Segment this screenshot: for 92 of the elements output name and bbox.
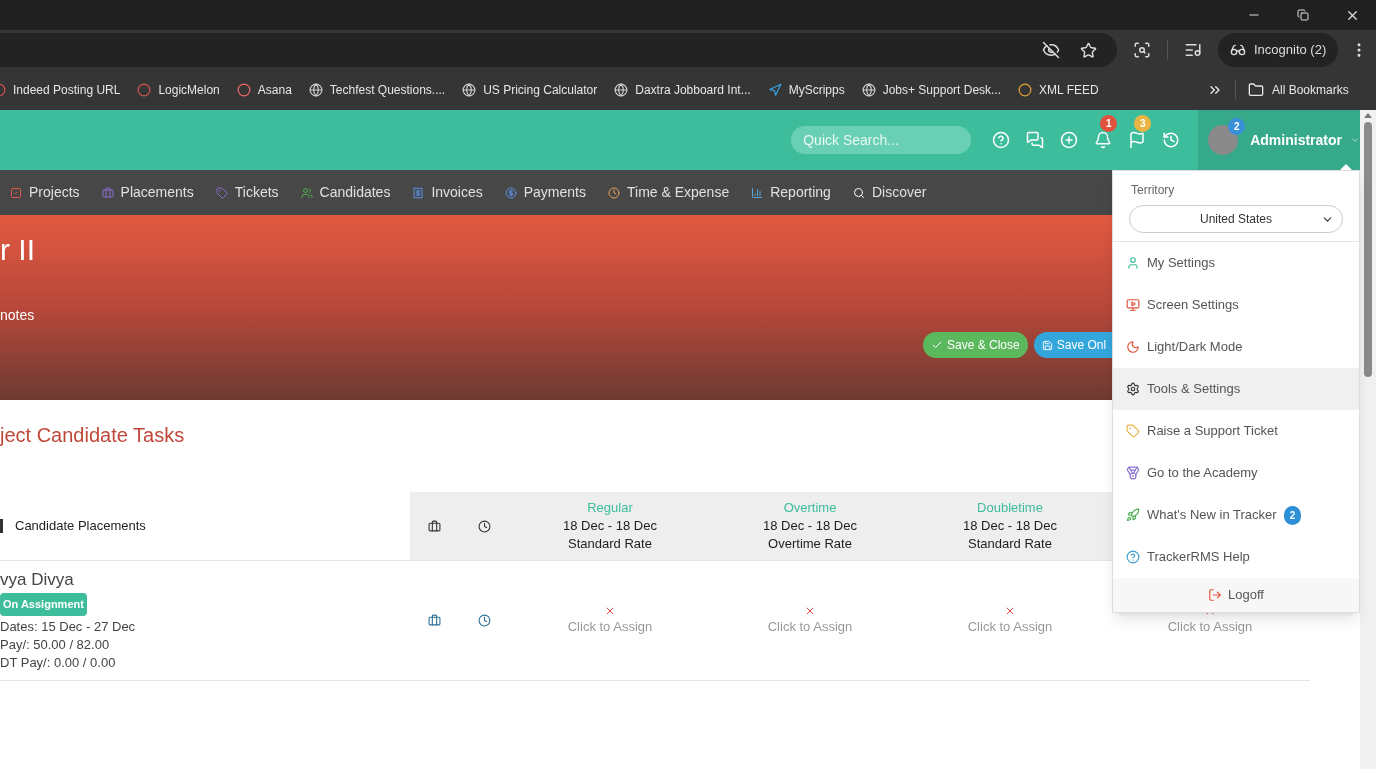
placement-dates: Dates: 15 Dec - 27 Dec bbox=[0, 617, 137, 636]
eye-off-icon[interactable] bbox=[1042, 41, 1060, 59]
column-header: 18 Dec - 18 Dec bbox=[563, 517, 657, 535]
nav-item[interactable]: Candidates bbox=[300, 182, 391, 203]
nav-item[interactable]: Projects bbox=[10, 182, 80, 203]
caret-icon bbox=[1350, 135, 1360, 145]
column-header: 18 Dec - 18 Dec bbox=[763, 517, 857, 535]
section-title: ject Candidate Tasks bbox=[0, 423, 185, 448]
globe-icon bbox=[861, 83, 876, 97]
briefcase-icon bbox=[427, 519, 441, 533]
menu-item[interactable]: Screen Settings bbox=[1113, 284, 1359, 326]
pay-rate: Pay/: 50.00 / 82.00 bbox=[0, 635, 111, 654]
bookmark[interactable]: Daxtra Jobboard Int... bbox=[614, 81, 751, 99]
restore-icon[interactable] bbox=[1297, 9, 1309, 21]
menu-item[interactable]: What's New in Tracker 2 bbox=[1113, 494, 1359, 536]
clock-icon bbox=[477, 519, 491, 533]
clock-icon[interactable] bbox=[477, 613, 491, 627]
column-header: Doubletime bbox=[977, 499, 1043, 517]
column-header: Candidate Placements bbox=[15, 517, 146, 536]
candidate-name: vya Divya bbox=[0, 569, 75, 591]
monitor-icon bbox=[1126, 298, 1140, 312]
check-icon bbox=[931, 339, 943, 351]
count-badge: 1 bbox=[1100, 115, 1118, 132]
count-badge: 3 bbox=[1134, 115, 1152, 132]
page-title: r II bbox=[0, 235, 35, 265]
bookmark[interactable]: Indeed Posting URL bbox=[0, 81, 121, 99]
menu-item[interactable]: My Settings bbox=[1113, 242, 1359, 284]
scrollbar[interactable] bbox=[1360, 110, 1376, 769]
medal-icon bbox=[1126, 466, 1140, 480]
count-badge: 2 bbox=[1228, 118, 1246, 135]
globe-icon bbox=[308, 83, 323, 97]
menu-item[interactable]: TrackerRMS Help bbox=[1113, 536, 1359, 578]
bookmark[interactable]: Techfest Questions.... bbox=[308, 81, 446, 99]
ring-icon bbox=[1018, 83, 1033, 97]
count-badge: 2 bbox=[1283, 505, 1302, 525]
column-header: 18 Dec - 18 Dec bbox=[963, 517, 1057, 535]
status-badge: On Assignment bbox=[0, 593, 87, 616]
briefcase-icon[interactable] bbox=[427, 613, 441, 627]
column-header: Standard Rate bbox=[968, 535, 1052, 553]
chart-icon bbox=[751, 186, 764, 199]
tag-icon bbox=[215, 186, 228, 199]
search-field[interactable]: Quick Search... bbox=[791, 126, 972, 154]
clock-icon bbox=[608, 186, 620, 199]
search-icon bbox=[852, 186, 865, 199]
column-header: Overtime bbox=[783, 499, 837, 517]
globe-icon bbox=[614, 83, 629, 97]
moon-icon bbox=[1126, 340, 1140, 354]
nav-item[interactable]: Time & Expense bbox=[608, 182, 730, 203]
briefcase-icon bbox=[101, 186, 114, 199]
logout-icon bbox=[1208, 588, 1223, 602]
coin-icon bbox=[504, 186, 517, 199]
nav-item[interactable]: Tickets bbox=[215, 182, 279, 203]
arrow-icon bbox=[767, 83, 782, 97]
field-label: Territory bbox=[1131, 182, 1176, 199]
people-icon bbox=[300, 186, 313, 199]
rocket-icon bbox=[1126, 508, 1140, 522]
person-icon bbox=[1126, 256, 1140, 270]
all-bookmarks[interactable]: All Bookmarks bbox=[1248, 81, 1349, 99]
save-icon bbox=[1041, 339, 1053, 351]
tag-icon bbox=[1126, 424, 1140, 438]
incognito-icon bbox=[1230, 42, 1246, 58]
bookmark[interactable]: XML FEED bbox=[1018, 81, 1099, 99]
tab-search-icon[interactable] bbox=[1133, 41, 1151, 59]
logoff-button[interactable]: Logoff bbox=[1113, 578, 1359, 612]
menu-item[interactable]: Go to the Academy bbox=[1113, 452, 1359, 494]
bookmark[interactable]: LogicMelon bbox=[137, 81, 220, 99]
media-icon[interactable] bbox=[1184, 41, 1202, 59]
bookmark[interactable]: Jobs+ Support Desk... bbox=[861, 81, 1002, 99]
nav-item[interactable]: Payments bbox=[504, 182, 586, 203]
bookmark[interactable]: MyScripps bbox=[767, 81, 845, 99]
column-header: Standard Rate bbox=[568, 535, 652, 553]
receipt-icon bbox=[412, 186, 425, 199]
gear-icon bbox=[1126, 382, 1140, 396]
nav-item[interactable]: Discover bbox=[852, 182, 927, 203]
checkbox-icon bbox=[10, 186, 22, 199]
help-icon bbox=[1126, 550, 1140, 564]
menu-item[interactable]: Tools & Settings bbox=[1113, 368, 1359, 410]
column-header: Overtime Rate bbox=[768, 535, 852, 553]
page-subtitle: notes bbox=[0, 306, 35, 325]
bookmark[interactable]: Asana bbox=[236, 81, 292, 99]
star-icon[interactable] bbox=[1080, 41, 1097, 59]
nav-item[interactable]: Placements bbox=[101, 182, 194, 203]
nav-item[interactable]: Invoices bbox=[412, 182, 483, 203]
bookmark[interactable]: US Pricing Calculator bbox=[462, 81, 598, 99]
globe-icon bbox=[462, 83, 477, 97]
menu-item[interactable]: Light/Dark Mode bbox=[1113, 326, 1359, 368]
incognito-button[interactable]: Incognito (2) bbox=[1218, 33, 1339, 67]
overtime-pay: DT Pay/: 0.00 / 0.00 bbox=[0, 653, 117, 672]
nav-item[interactable]: Reporting bbox=[751, 182, 831, 203]
folder-icon bbox=[1248, 82, 1264, 98]
menu-item[interactable]: Raise a Support Ticket bbox=[1113, 410, 1359, 452]
column-header: Regular bbox=[587, 499, 633, 517]
